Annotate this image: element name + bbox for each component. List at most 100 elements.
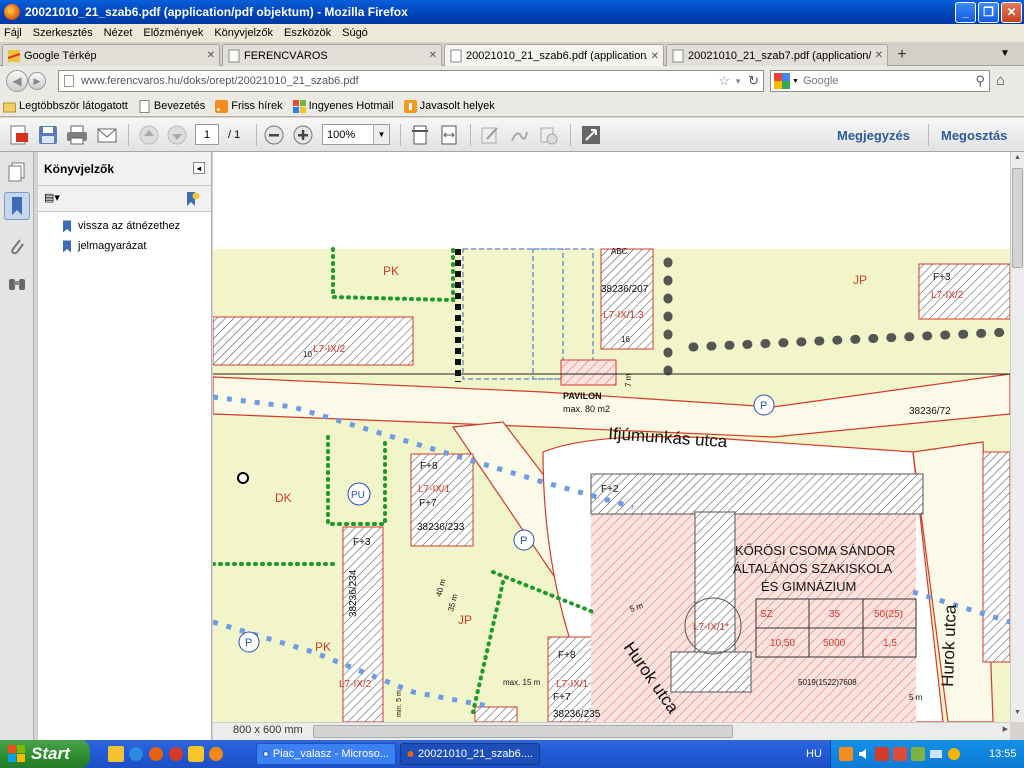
height-label: F+8 xyxy=(420,461,438,472)
folder-icon xyxy=(3,102,16,112)
menu-tools[interactable]: Eszközök xyxy=(284,27,331,39)
find-panel-button[interactable] xyxy=(4,270,30,298)
tab-close-icon[interactable]: ✕ xyxy=(429,50,437,61)
taskbar-task-word[interactable]: Piac_valasz - Microso... xyxy=(256,743,396,765)
search-bar[interactable]: ▼ ⚲ xyxy=(770,70,990,92)
pdf-document-view[interactable]: PK JP DK JP PK L7-IX/2 L7-IX/1.3 L7-IX/2… xyxy=(213,152,1010,722)
fit-width-icon[interactable] xyxy=(438,124,460,146)
quicklaunch-app-icon[interactable] xyxy=(188,746,204,762)
search-icon[interactable]: ⚲ xyxy=(975,73,985,89)
zoom-in-icon[interactable] xyxy=(292,124,314,146)
quicklaunch-media-icon[interactable] xyxy=(208,746,224,762)
tray-icon[interactable] xyxy=(875,747,889,761)
tab-close-icon[interactable]: ✕ xyxy=(207,50,215,61)
fit-page-icon[interactable] xyxy=(409,124,431,146)
search-engine-dropdown-icon[interactable]: ▼ xyxy=(792,78,799,85)
new-tab-button[interactable]: + xyxy=(890,46,914,65)
horizontal-scroll-thumb[interactable] xyxy=(313,725,733,738)
minimize-button[interactable]: _ xyxy=(955,1,976,23)
save-icon[interactable] xyxy=(37,124,59,146)
bookmark-friss-hirek[interactable]: Friss hírek xyxy=(215,99,283,113)
back-button[interactable]: ◀ xyxy=(6,70,28,92)
zoom-select[interactable]: 100% ▼ xyxy=(322,124,390,145)
tray-icon[interactable] xyxy=(893,747,907,761)
tab-close-icon[interactable]: ✕ xyxy=(651,51,659,62)
url-input[interactable] xyxy=(81,75,719,87)
bookmarks-panel-title: Könyvjelzők xyxy=(44,161,115,176)
start-button[interactable]: Start xyxy=(0,740,90,768)
next-page-icon[interactable] xyxy=(166,124,188,146)
edit-icon[interactable] xyxy=(479,124,501,146)
pages-panel-button[interactable] xyxy=(4,158,30,186)
bookmark-icon xyxy=(63,220,71,232)
scroll-down-icon[interactable]: ▼ xyxy=(1012,709,1023,720)
tab-szab6-pdf[interactable]: 20021010_21_szab6.pdf (application/pd...… xyxy=(444,44,664,67)
page-number-input[interactable] xyxy=(195,124,219,145)
volume-icon[interactable] xyxy=(857,747,871,761)
bookmark-hotmail[interactable]: Ingyenes Hotmail xyxy=(292,99,394,113)
bookmark-javasolt[interactable]: Javasolt helyek xyxy=(403,99,495,113)
bookmark-item-legend[interactable]: jelmagyarázat xyxy=(38,236,211,256)
search-input[interactable] xyxy=(802,75,976,87)
menu-edit[interactable]: Szerkesztés xyxy=(33,27,93,39)
options-menu-icon[interactable]: ▤▾ xyxy=(44,191,60,204)
tab-google-maps[interactable]: Google Térkép ✕ xyxy=(2,44,220,66)
tab-list-icon[interactable]: ▼ xyxy=(1000,48,1010,59)
sign-icon[interactable] xyxy=(508,124,530,146)
quicklaunch-ie-icon[interactable] xyxy=(128,746,144,762)
language-indicator[interactable]: HU xyxy=(806,748,822,760)
bookmark-item-back-overview[interactable]: vissza az átnézethez xyxy=(38,216,211,236)
star-icon[interactable]: ☆ xyxy=(719,73,731,89)
bookmark-most-visited[interactable]: Legtöbbször látogatott xyxy=(3,100,128,113)
full-screen-icon[interactable] xyxy=(580,124,602,146)
tray-icon[interactable] xyxy=(911,747,925,761)
menu-history[interactable]: Előzmények xyxy=(143,27,203,39)
page-icon xyxy=(139,99,150,113)
attachments-panel-button[interactable] xyxy=(4,232,30,260)
close-button[interactable]: ✕ xyxy=(1001,1,1022,23)
tab-szab7-pdf[interactable]: 20021010_21_szab7.pdf (application/pd...… xyxy=(666,44,888,66)
network-icon[interactable] xyxy=(929,747,943,761)
toolbar-separator xyxy=(570,124,571,146)
forward-button[interactable]: ▶ xyxy=(28,72,46,90)
quicklaunch-app-icon[interactable] xyxy=(168,746,184,762)
quicklaunch-firefox-icon[interactable] xyxy=(148,746,164,762)
scroll-right-icon[interactable]: ▶ xyxy=(1003,725,1008,733)
stamp-icon[interactable] xyxy=(537,124,559,146)
print-icon[interactable] xyxy=(66,124,88,146)
vertical-scrollbar[interactable]: ▲ ▼ xyxy=(1010,152,1024,722)
url-bar[interactable]: ☆ ▼ ↻ xyxy=(58,70,764,92)
taskbar-task-firefox[interactable]: 20021010_21_szab6.... xyxy=(400,743,540,765)
bookmarks-options-bar: ▤▾ xyxy=(38,186,211,212)
maximize-button[interactable]: ❐ xyxy=(978,1,999,23)
quicklaunch-outlook-icon[interactable] xyxy=(108,746,124,762)
scroll-up-icon[interactable]: ▲ xyxy=(1012,154,1023,165)
menu-view[interactable]: Nézet xyxy=(104,27,133,39)
collapse-panel-icon[interactable]: ◂ xyxy=(193,162,205,174)
bookmarks-panel-button[interactable] xyxy=(4,192,30,220)
email-icon[interactable] xyxy=(96,124,118,146)
comment-button[interactable]: Megjegyzés xyxy=(837,128,910,143)
tray-icon[interactable] xyxy=(947,747,961,761)
vertical-scroll-thumb[interactable] xyxy=(1012,168,1023,268)
tab-ferencvaros[interactable]: FERENCVÁROS ✕ xyxy=(222,44,442,66)
history-dropdown-icon[interactable]: ▼ xyxy=(734,77,742,86)
share-button[interactable]: Megosztás xyxy=(941,128,1007,143)
tray-icon[interactable] xyxy=(839,747,853,761)
menu-help[interactable]: Súgó xyxy=(342,27,368,39)
home-icon[interactable]: ⌂ xyxy=(996,72,1005,89)
menu-bookmarks[interactable]: Könyvjelzők xyxy=(214,27,273,39)
school-name: ÉS GIMNÁZIUM xyxy=(761,579,856,594)
horizontal-scrollbar[interactable]: ▶ xyxy=(213,722,1010,740)
bookmark-bevezetes[interactable]: Bevezetés xyxy=(138,99,205,113)
clock[interactable]: 13:55 xyxy=(989,748,1017,760)
parcel-number: 38236/234 xyxy=(348,569,359,617)
tab-close-icon[interactable]: ✕ xyxy=(875,50,883,61)
previous-page-icon[interactable] xyxy=(138,124,160,146)
reload-icon[interactable]: ↻ xyxy=(748,73,759,89)
create-pdf-icon[interactable] xyxy=(8,124,30,146)
zoom-out-icon[interactable] xyxy=(263,124,285,146)
menu-file[interactable]: Fájl xyxy=(4,27,22,39)
zoom-dropdown-icon[interactable]: ▼ xyxy=(373,125,389,144)
new-bookmark-icon[interactable] xyxy=(184,191,200,207)
